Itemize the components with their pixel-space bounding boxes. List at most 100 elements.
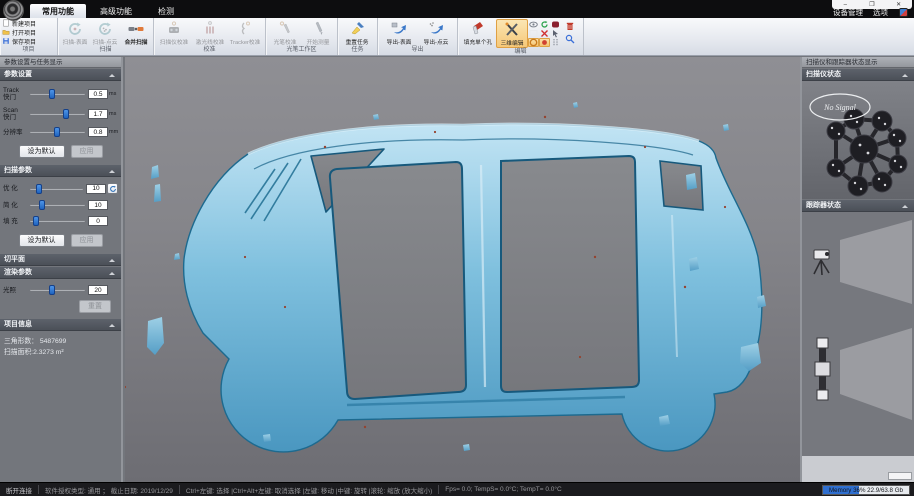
set-default-button[interactable]: 设为默认 <box>19 145 65 158</box>
rectangle-select-icon[interactable] <box>528 29 539 38</box>
scan-shutter-slider[interactable] <box>30 109 85 119</box>
button-label: 开始测量 <box>307 37 330 46</box>
app-logo-icon[interactable] <box>3 0 24 21</box>
connection-status[interactable]: 断开连接 <box>0 485 38 495</box>
apply-button[interactable]: 应用 <box>71 145 103 158</box>
collapse-arrow-icon <box>109 74 115 77</box>
cursor-select-icon[interactable] <box>550 29 561 38</box>
slider-label: 简 化 <box>3 202 27 209</box>
section-parameter-settings[interactable]: 参数设置 <box>0 69 121 81</box>
section-render-parameters[interactable]: 渲染参数 <box>0 267 121 279</box>
car-body-scan-model[interactable] <box>125 57 800 482</box>
trash-icon[interactable] <box>565 21 575 31</box>
scan-pointcloud-button[interactable]: 扫描-点云 <box>90 19 120 46</box>
edit-extra-column <box>561 19 577 48</box>
tracker-side-icon <box>815 338 830 400</box>
slider-thumb[interactable] <box>49 285 55 295</box>
lighting-value[interactable] <box>88 285 108 295</box>
fill-single-hole-button[interactable]: 填充单个孔 <box>460 19 496 48</box>
viewport-3d[interactable] <box>125 57 800 482</box>
track-shutter-slider[interactable] <box>30 89 85 99</box>
section-project-info[interactable]: 项目信息 <box>0 319 121 331</box>
fill-value[interactable] <box>88 216 108 226</box>
reset-button[interactable]: 重置 <box>79 300 111 313</box>
zoom-tool-icon[interactable] <box>565 34 575 44</box>
probe-calibration-icon <box>276 20 294 37</box>
ribbon-group-task: 重置任务 任务 <box>338 18 378 55</box>
merge-scan-button[interactable]: 合并扫描 <box>121 19 151 46</box>
button-label: 重置任务 <box>346 37 369 46</box>
scan-surface-button[interactable]: 扫描-表面 <box>60 19 90 46</box>
optimize-value[interactable] <box>86 184 106 194</box>
slider-thumb[interactable] <box>33 216 39 226</box>
section-title: 扫描参数 <box>4 167 32 174</box>
start-measure-icon <box>309 20 327 37</box>
reset-task-button[interactable]: 重置任务 <box>340 19 375 46</box>
visibility-icon[interactable] <box>528 20 539 29</box>
close-button[interactable]: ✕ <box>889 2 909 8</box>
scanner-calibration-button[interactable]: 扫描仪校准 <box>156 19 192 46</box>
fill-slider[interactable] <box>30 216 85 226</box>
section-tracker-status[interactable]: 跟踪器状态 <box>802 200 914 212</box>
edit-3d-button[interactable]: 三维编辑 <box>496 19 528 48</box>
resize-grip[interactable] <box>888 472 912 480</box>
options-menu[interactable]: 选项 <box>873 7 888 18</box>
section-scanner-status[interactable]: 扫描仪状态 <box>802 69 914 81</box>
laser-calibration-button[interactable]: 激光线校准 <box>192 19 228 46</box>
section-cut-plane[interactable]: 切平面 <box>0 254 121 266</box>
simplify-slider[interactable] <box>30 200 85 210</box>
status-panel: 扫描仪和跟踪器状态显示 扫描仪状态 <box>800 57 914 482</box>
rear-door-opening <box>501 156 639 392</box>
resolution-slider[interactable] <box>30 127 85 137</box>
memory-text: Memory 36% 22.9/63.8 Gb <box>823 486 909 494</box>
optimize-slider[interactable] <box>30 184 83 194</box>
delete-selection-icon[interactable] <box>539 29 550 38</box>
refresh-selection-icon[interactable] <box>539 20 550 29</box>
info-icon[interactable] <box>899 8 908 17</box>
open-project-button[interactable]: 打开项目 <box>2 28 55 36</box>
edit-3d-icon <box>503 21 521 38</box>
start-measure-button[interactable]: 开始测量 <box>302 19 336 46</box>
edit-mini-toolbar <box>528 19 561 48</box>
probe-calibration-button[interactable]: 光笔校准 <box>268 19 302 46</box>
refresh-optimize-button[interactable] <box>107 183 118 194</box>
button-label: 光笔校准 <box>273 37 296 46</box>
slider-thumb[interactable] <box>36 184 42 194</box>
fill-single-hole-icon <box>469 20 487 37</box>
slider-label: Track 快门 <box>3 87 27 101</box>
export-pointcloud-button[interactable]: 导出-点云 <box>418 19 456 46</box>
ellipse-select-icon[interactable] <box>528 38 539 47</box>
export-pointcloud-icon <box>427 20 445 37</box>
section-scan-parameters[interactable]: 扫描参数 <box>0 165 121 177</box>
solid-fill-icon[interactable] <box>550 20 561 29</box>
button-label: 导出-表面 <box>386 37 411 46</box>
tab-inspection[interactable]: 检测 <box>146 4 186 18</box>
set-default-button[interactable]: 设为默认 <box>19 234 65 247</box>
apply-button[interactable]: 应用 <box>71 234 103 247</box>
tab-advanced-functions[interactable]: 高级功能 <box>88 4 144 18</box>
slider-label: 光照 <box>3 287 27 294</box>
button-label: 扫描-表面 <box>63 37 88 46</box>
slider-thumb[interactable] <box>49 89 55 99</box>
unit-label: ms <box>108 91 118 97</box>
export-surface-button[interactable]: 导出-表面 <box>380 19 418 46</box>
simplify-value[interactable] <box>88 200 108 210</box>
tab-common-functions[interactable]: 常用功能 <box>30 4 86 18</box>
resolution-value[interactable] <box>88 127 108 137</box>
ribbon-group-scan: 扫描-表面 扫描-点云 合并扫描 扫描 <box>58 18 154 55</box>
collapse-arrow-icon <box>109 272 115 275</box>
button-label: 激光线校准 <box>195 37 224 46</box>
slider-thumb[interactable] <box>39 200 45 210</box>
sort-list-icon[interactable] <box>550 38 561 47</box>
lighting-slider[interactable] <box>30 285 85 295</box>
save-project-button[interactable]: 保存项目 <box>2 37 55 45</box>
collapse-arrow-icon <box>109 324 115 327</box>
track-shutter-value[interactable] <box>88 89 108 99</box>
paint-select-icon[interactable] <box>539 38 550 47</box>
slider-thumb[interactable] <box>63 109 69 119</box>
slider-thumb[interactable] <box>54 127 60 137</box>
scan-pointcloud-icon <box>96 20 114 37</box>
scan-shutter-value[interactable] <box>88 109 108 119</box>
device-management-menu[interactable]: 设备管理 <box>833 7 863 18</box>
tracker-calibration-button[interactable]: Tracker校准 <box>227 19 263 46</box>
